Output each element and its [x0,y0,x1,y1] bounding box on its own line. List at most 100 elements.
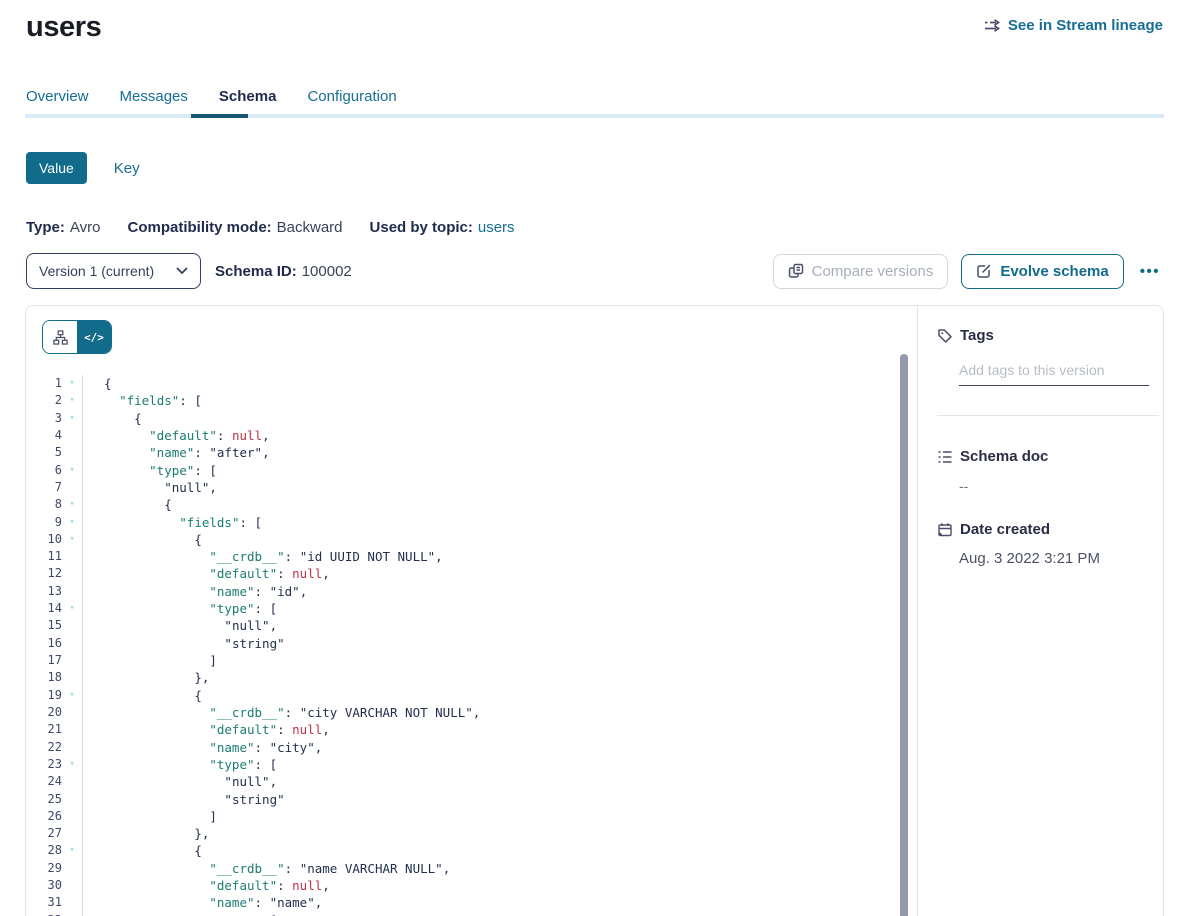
fold-spacer [62,825,82,842]
line-number: 2 [26,392,62,409]
date-created-title: Date created [960,521,1050,538]
code-line: 27 }, [26,825,917,842]
line-number: 24 [26,773,62,790]
code-text: "name": "name", [82,894,322,911]
fold-toggle-icon[interactable]: ▾ [62,375,82,392]
fold-toggle-icon[interactable]: ▾ [62,410,82,427]
value-toggle-button[interactable]: Value [26,152,87,184]
value-key-selector: Value Key [26,152,1163,184]
code-line: 10▾ { [26,531,917,548]
tree-view-button[interactable] [43,321,77,353]
fold-spacer [62,617,82,634]
more-options-menu[interactable]: ••• [1137,263,1163,280]
code-text: { [82,375,112,392]
code-line: 24 "null", [26,773,917,790]
schema-id-label: Schema ID: [215,263,297,280]
line-number: 3 [26,410,62,427]
fold-spacer [62,427,82,444]
version-dropdown-value: Version 1 (current) [39,263,154,279]
code-line: 18 }, [26,669,917,686]
code-text: "default": null, [82,565,330,582]
code-line: 30 "default": null, [26,877,917,894]
fold-spacer [62,669,82,686]
line-number: 23 [26,756,62,773]
code-line: 6▾ "type": [ [26,462,917,479]
add-tags-input[interactable] [959,362,1149,386]
fold-toggle-icon[interactable]: ▾ [62,392,82,409]
page-title: users [26,11,101,44]
code-line: 9▾ "fields": [ [26,514,917,531]
tags-section-header: Tags [937,327,1145,344]
line-number: 1 [26,375,62,392]
fold-toggle-icon[interactable]: ▾ [62,462,82,479]
line-number: 25 [26,791,62,808]
code-text: "null", [82,617,277,634]
fold-spacer [62,808,82,825]
schema-doc-value: -- [959,478,1145,494]
line-number: 22 [26,739,62,756]
code-text: "string" [82,791,285,808]
fold-toggle-icon[interactable]: ▾ [62,531,82,548]
topbar: users See in Stream lineage [0,0,1189,44]
type-value: Avro [70,219,101,236]
version-dropdown[interactable]: Version 1 (current) [26,253,201,289]
line-number: 30 [26,877,62,894]
line-number: 6 [26,462,62,479]
code-view-button[interactable]: </> [77,321,111,353]
code-line: 15 "null", [26,617,917,634]
schema-doc-title: Schema doc [960,448,1048,465]
tab-underline-track [25,114,1164,118]
active-tab-indicator [191,114,248,118]
line-number: 11 [26,548,62,565]
stream-lineage-link[interactable]: See in Stream lineage [984,17,1163,34]
code-text: "__crdb__": "id UUID NOT NULL", [82,548,443,565]
stream-lineage-label: See in Stream lineage [1008,17,1163,34]
code-text: "default": null, [82,877,330,894]
tree-view-icon [53,330,68,345]
fold-toggle-icon[interactable]: ▾ [62,756,82,773]
code-text: ] [82,652,217,669]
compare-icon [788,263,804,279]
fold-toggle-icon[interactable]: ▾ [62,842,82,859]
code-lines: 1▾{2▾ "fields": [3▾ {4 "default": null,5… [26,375,917,916]
fold-toggle-icon[interactable]: ▾ [62,600,82,617]
compare-versions-button[interactable]: Compare versions [773,254,949,289]
code-text: "null", [82,773,277,790]
code-text: "default": null, [82,427,270,444]
editor-scrollbar[interactable] [900,354,908,916]
date-created-value: Aug. 3 2022 3:21 PM [959,550,1145,567]
code-text: }, [82,669,209,686]
schema-meta: Type: Avro Compatibility mode: Backward … [26,219,1163,236]
code-line: 28▾ { [26,842,917,859]
fold-toggle-icon[interactable]: ▾ [62,912,82,916]
line-number: 10 [26,531,62,548]
evolve-schema-button[interactable]: Evolve schema [961,254,1123,289]
code-text: "type": [ [82,756,277,773]
fold-toggle-icon[interactable]: ▾ [62,687,82,704]
code-line: 12 "default": null, [26,565,917,582]
line-number: 18 [26,669,62,686]
fold-spacer [62,704,82,721]
fold-toggle-icon[interactable]: ▾ [62,496,82,513]
fold-spacer [62,894,82,911]
schema-id-value: 100002 [302,263,352,280]
line-number: 14 [26,600,62,617]
code-text: "string" [82,635,285,652]
code-line: 23▾ "type": [ [26,756,917,773]
code-text: "type": [ [82,912,277,916]
code-line: 5 "name": "after", [26,444,917,461]
code-text: { [82,531,202,548]
line-number: 26 [26,808,62,825]
fold-spacer [62,652,82,669]
fold-spacer [62,791,82,808]
topic-link[interactable]: users [478,219,515,236]
fold-toggle-icon[interactable]: ▾ [62,514,82,531]
code-text: }, [82,825,209,842]
code-line: 2▾ "fields": [ [26,392,917,409]
line-number: 7 [26,479,62,496]
date-created-header: Date created [937,521,1145,538]
line-number: 27 [26,825,62,842]
code-line: 4 "default": null, [26,427,917,444]
key-toggle-link[interactable]: Key [114,160,140,177]
fold-spacer [62,583,82,600]
